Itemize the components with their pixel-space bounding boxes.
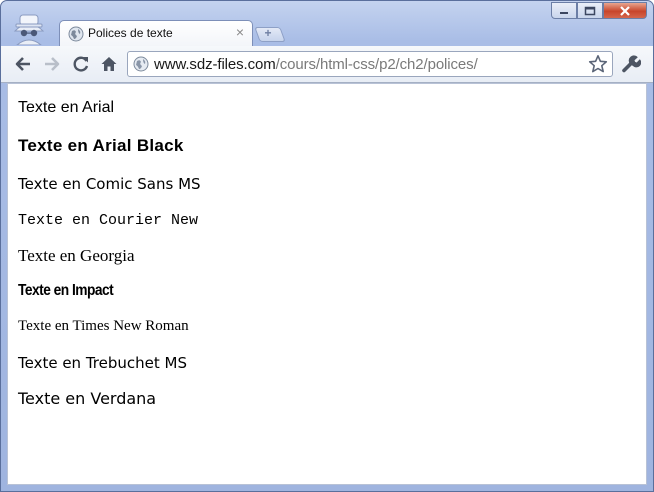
url-text: www.sdz-files.com/cours/html-css/p2/ch2/…: [154, 56, 478, 73]
text-georgia: Texte en Georgia: [18, 246, 135, 265]
text-arial: Texte en Arial: [18, 99, 115, 116]
page-viewport: Texte en Arial Texte en Arial Black Text…: [7, 83, 647, 485]
home-icon[interactable]: [100, 55, 118, 73]
close-window-button[interactable]: [603, 2, 647, 19]
text-times-new-roman: Texte en Times New Roman: [18, 318, 189, 334]
back-arrow-icon[interactable]: [14, 55, 32, 73]
wrench-icon[interactable]: [621, 54, 641, 74]
address-bar[interactable]: www.sdz-files.com/cours/html-css/p2/ch2/…: [127, 51, 613, 77]
tab-polices-de-texte[interactable]: Polices de texte ×: [59, 20, 253, 46]
browser-window: Polices de texte × + www.sdz-files.com/c…: [0, 0, 654, 492]
maximize-button[interactable]: [577, 2, 603, 19]
globe-icon: [68, 26, 84, 42]
tab-close-button[interactable]: ×: [236, 24, 244, 40]
text-trebuchet-ms: Texte en Trebuchet MS: [18, 354, 187, 372]
maximize-icon: [584, 6, 596, 15]
minimize-icon: [560, 11, 568, 14]
text-verdana: Texte en Verdana: [18, 389, 157, 408]
window-controls: [551, 2, 647, 21]
text-impact: Texte en Impact: [18, 282, 114, 299]
text-arial-black: Texte en Arial Black: [18, 136, 184, 155]
minimize-button[interactable]: [551, 2, 577, 19]
reload-icon[interactable]: [72, 55, 90, 73]
url-path: /cours/html-css/p2/ch2/polices/: [275, 56, 478, 73]
forward-arrow-icon[interactable]: [43, 55, 61, 73]
star-icon[interactable]: [588, 54, 608, 74]
tab-title: Polices de texte: [88, 26, 173, 40]
url-host: www.sdz-files.com: [154, 56, 276, 73]
plus-icon: +: [264, 26, 272, 40]
text-comic-sans-ms: Texte en Comic Sans MS: [18, 175, 201, 193]
close-icon: [620, 5, 630, 16]
incognito-icon: [13, 14, 45, 45]
browser-toolbar: www.sdz-files.com/cours/html-css/p2/ch2/…: [1, 46, 653, 83]
globe-icon: [133, 56, 149, 72]
text-courier-new: Texte en Courier New: [18, 212, 199, 229]
new-tab-button[interactable]: +: [254, 26, 286, 42]
